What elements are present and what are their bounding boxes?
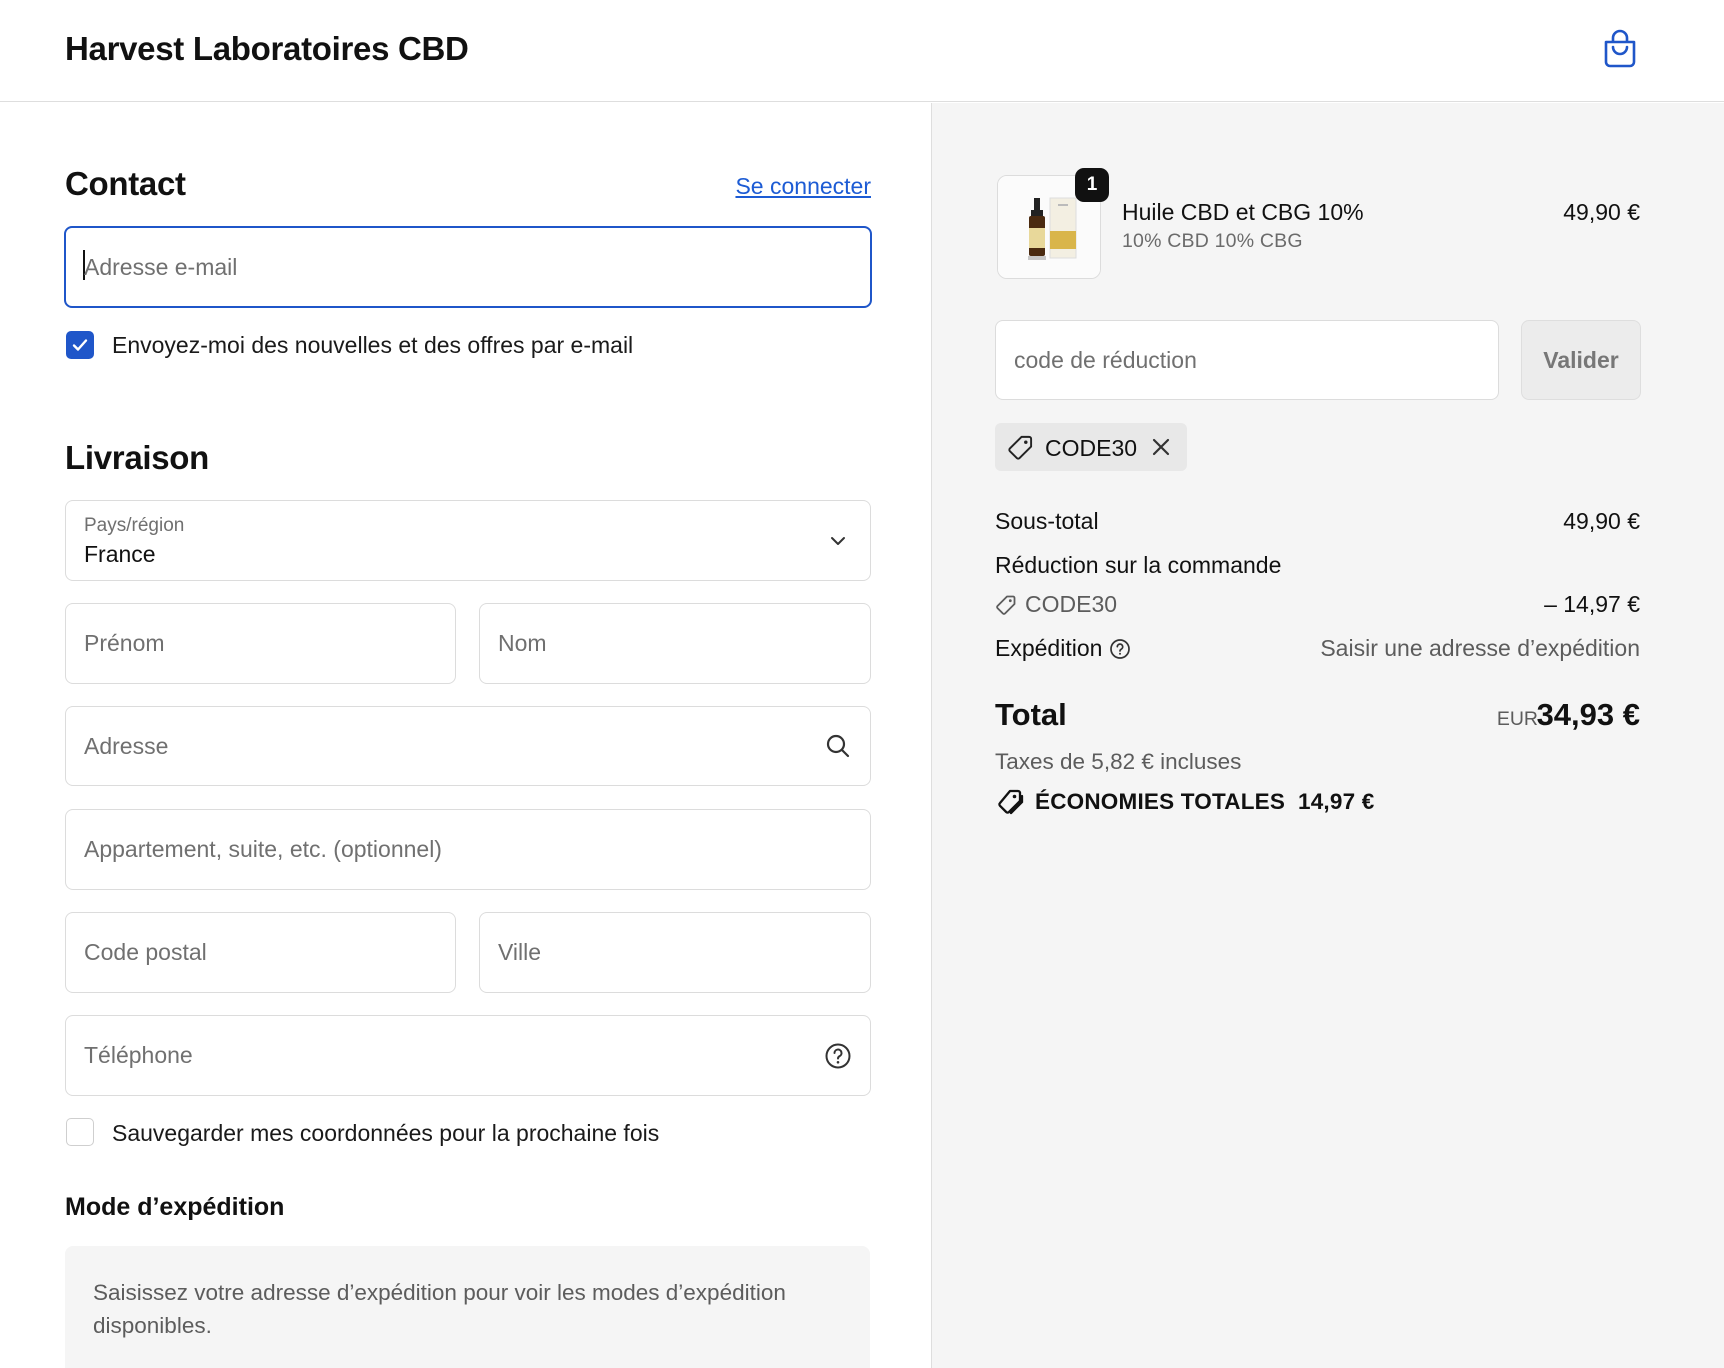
country-label: Pays/région [84,515,185,536]
subtotal-label: Sous-total [995,508,1099,534]
shopping-bag-icon[interactable] [1602,28,1638,68]
country-value: France [84,541,156,567]
applied-code-text: CODE30 [1045,435,1138,461]
save-info-checkbox[interactable] [66,1118,94,1146]
product-name: Huile CBD et CBG 10% [1122,199,1364,225]
discount-code-field[interactable] [995,320,1499,400]
currency-code: EUR [1496,708,1538,730]
shipping-value: Saisir une adresse d’expédition [1320,635,1640,661]
shipping-method-title: Mode d’expédition [65,1193,285,1221]
help-circle-icon[interactable] [824,1042,852,1070]
quantity-badge: 1 [1075,168,1109,202]
last-name-field[interactable] [479,603,871,684]
save-info-label[interactable]: Sauvegarder mes coordonnées pour la proc… [112,1120,659,1147]
first-name-input[interactable] [66,604,455,683]
postal-code-input[interactable] [66,913,455,992]
check-icon [72,339,88,351]
shipping-method-notice: Saisissez votre adresse d’expédition pou… [65,1246,870,1368]
tag-icon [996,595,1016,615]
shipping-method-notice-text: Saisissez votre adresse d’expédition pou… [93,1280,786,1338]
address-input[interactable] [66,707,870,785]
total-savings: ÉCONOMIES TOTALES 14,97 € [1035,789,1375,814]
close-icon[interactable] [1150,436,1172,458]
discount-code-input[interactable] [996,321,1498,399]
city-input[interactable] [480,913,870,992]
taxes-included: Taxes de 5,82 € incluses [995,749,1242,774]
subtotal-value: 49,90 € [1563,508,1640,534]
last-name-input[interactable] [480,604,870,683]
order-summary: 1 Huile CBD et CBG 10% 10% CBD 10% CBG 4… [931,103,1724,1368]
postal-code-field[interactable] [65,912,456,993]
city-field[interactable] [479,912,871,993]
order-discount-label: Réduction sur la commande [995,552,1282,578]
login-link[interactable]: Se connecter [735,173,871,200]
newsletter-label[interactable]: Envoyez-moi des nouvelles et des offres … [112,332,633,359]
discount-value: – 14,97 € [1544,591,1640,617]
newsletter-checkbox[interactable] [66,331,94,359]
checkout-form: Contact Se connecter Envoyez-moi des nou… [0,103,931,1368]
phone-input[interactable] [66,1016,870,1095]
email-field[interactable] [64,226,872,308]
product-price: 49,90 € [1563,199,1640,225]
applied-discount-chip: CODE30 [995,423,1187,471]
address-field[interactable] [65,706,871,786]
brand-name[interactable]: Harvest Laboratoires CBD [65,30,469,68]
apartment-field[interactable] [65,809,871,890]
contact-title: Contact [65,165,186,202]
total-label: Total [995,697,1067,732]
help-circle-icon[interactable] [1109,638,1131,660]
search-icon [826,734,850,758]
shipping-label: Expédition [995,635,1103,661]
tag-icon [1008,435,1033,460]
country-select[interactable]: Pays/région France [65,500,871,581]
phone-field[interactable] [65,1015,871,1096]
savings-tag-icon [998,789,1024,815]
discount-code-label: CODE30 [1025,591,1118,617]
first-name-field[interactable] [65,603,456,684]
apartment-input[interactable] [66,810,870,889]
chevron-down-icon [831,536,845,545]
product-variant: 10% CBD 10% CBG [1122,230,1303,252]
email-input[interactable] [66,228,870,306]
header: Harvest Laboratoires CBD [0,0,1724,102]
total-value: 34,93 € [1536,697,1640,732]
apply-discount-button[interactable]: Valider [1521,320,1641,400]
shipping-title: Livraison [65,439,210,476]
